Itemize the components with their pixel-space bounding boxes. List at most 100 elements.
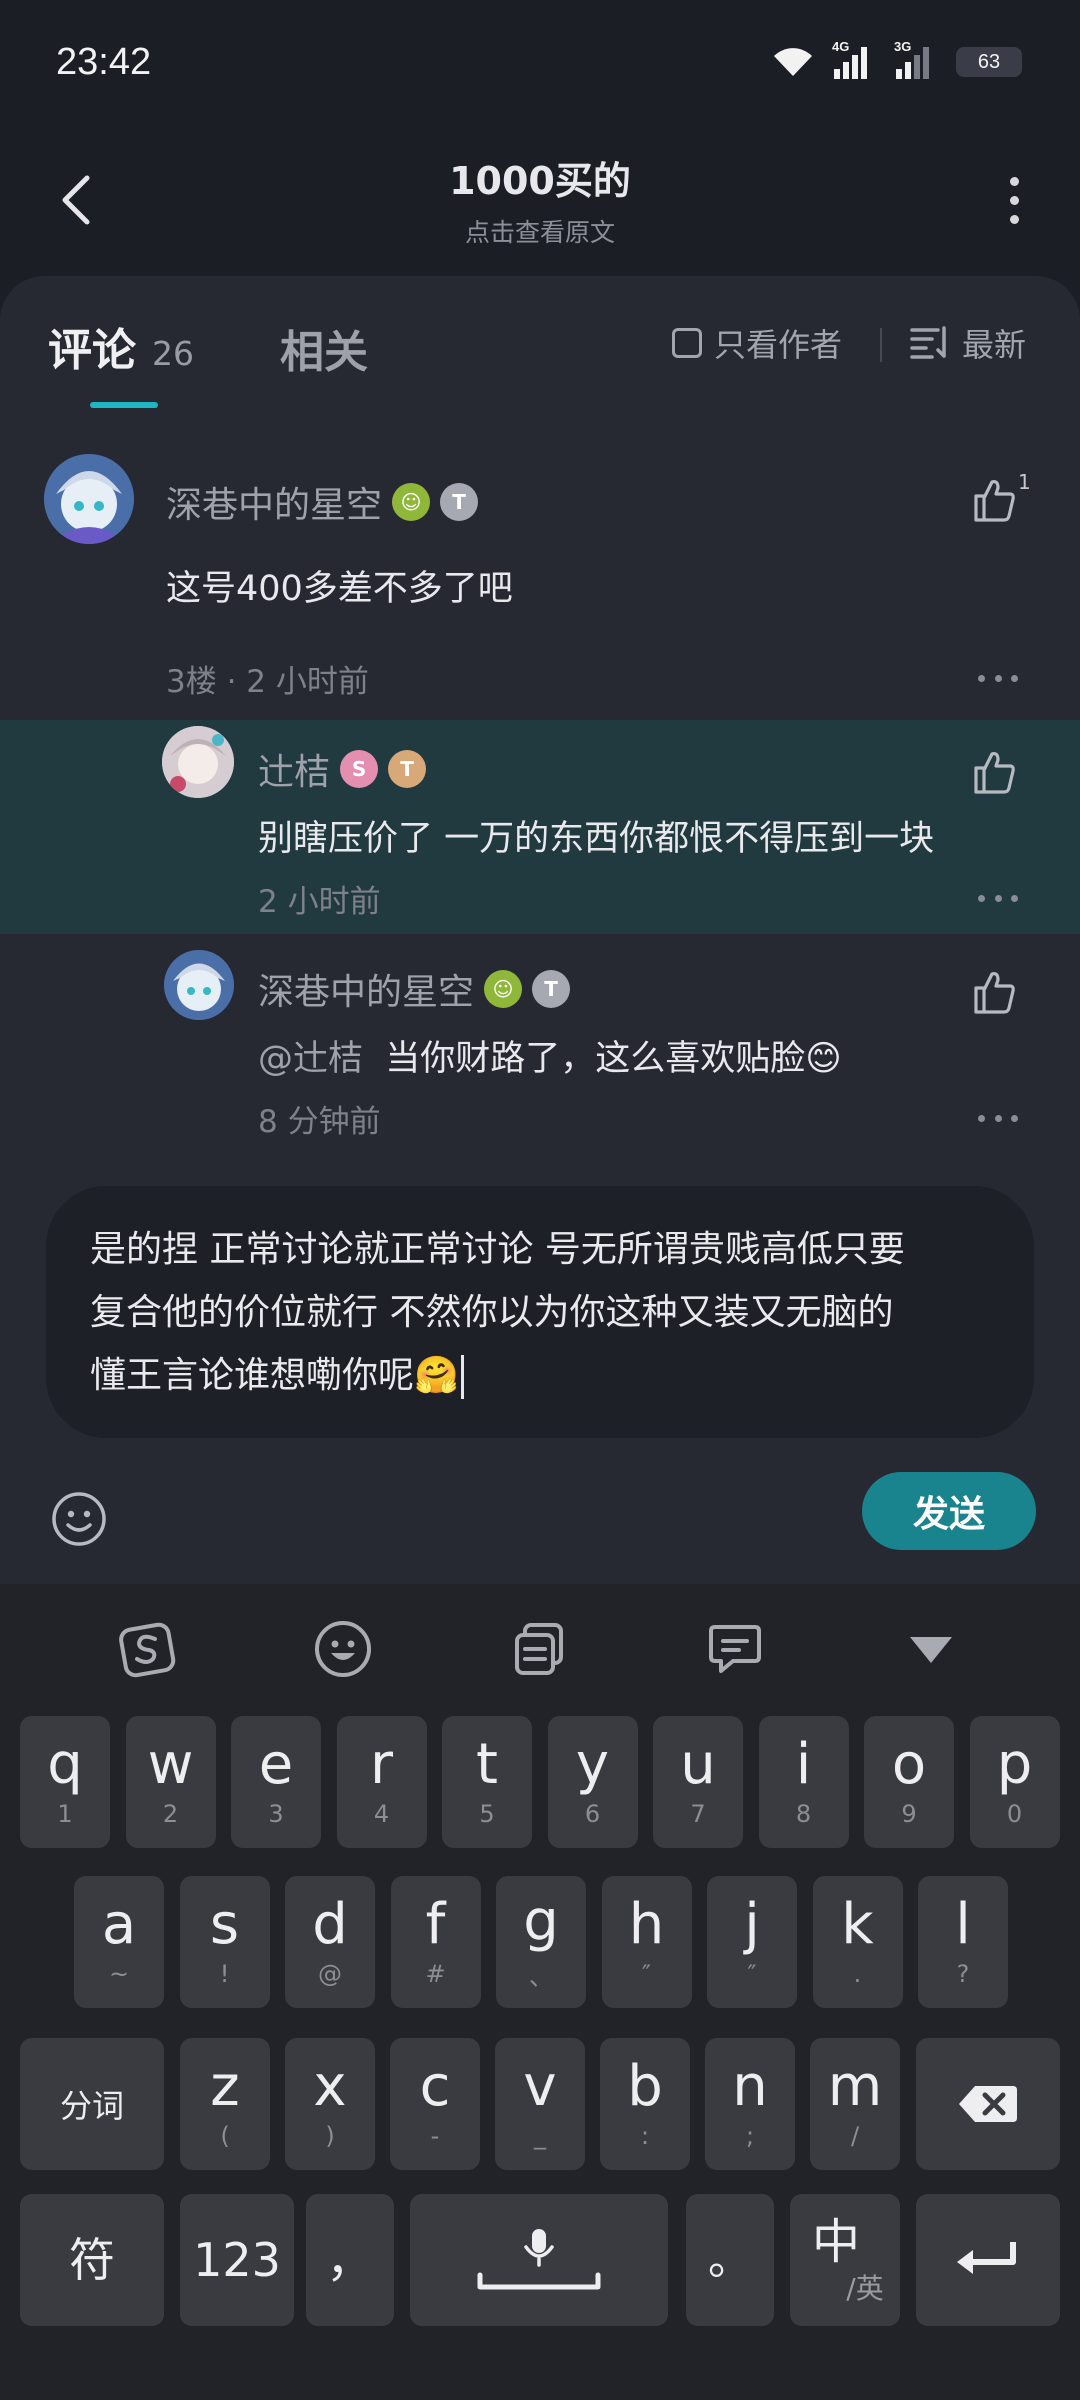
page-title: 1000买的 xyxy=(449,158,631,203)
key-label: v xyxy=(523,2054,557,2119)
comments-panel: 评论 26 相关 只看作者 最新 深巷中的星空 ☺ T 这号400多差不多了吧 … xyxy=(0,276,1080,1156)
ime-logo-button[interactable] xyxy=(112,1614,182,1684)
username[interactable]: 辻桔 S T xyxy=(258,743,427,795)
keyboard-toolbar xyxy=(0,1584,1080,1714)
dot-icon xyxy=(994,675,1002,682)
key-f[interactable]: f # xyxy=(390,1876,481,2008)
key-g[interactable]: g、 xyxy=(496,1876,586,2008)
key-w[interactable]: w2 xyxy=(125,1716,216,1848)
key-label: w xyxy=(147,1732,194,1797)
back-button[interactable] xyxy=(48,160,104,240)
period-key[interactable]: 。 xyxy=(686,2194,774,2326)
mention[interactable]: @辻桔 xyxy=(258,1039,363,1079)
key-j[interactable]: j ″ xyxy=(707,1876,797,2008)
key-v[interactable]: v _ xyxy=(495,2038,585,2170)
comment-more-button[interactable] xyxy=(978,675,1018,687)
key-label: c xyxy=(419,2054,451,2119)
key-sublabel: /英 xyxy=(846,2272,884,2305)
status-icons: 4G 3G 63 xyxy=(772,39,1022,79)
key-sublabel: ! xyxy=(219,1960,230,1988)
dot-icon xyxy=(978,675,985,682)
tab-related[interactable]: 相关 xyxy=(280,316,368,380)
emoji-keyboard-button[interactable] xyxy=(308,1614,378,1684)
clipboard-button[interactable] xyxy=(504,1614,574,1684)
send-button[interactable]: 发送 xyxy=(862,1472,1036,1550)
active-tab-indicator xyxy=(90,402,158,408)
reply-input[interactable]: 是的捏 正常讨论就正常讨论 号无所谓贵贱高低只要 复合他的价位就行 不然你以为你… xyxy=(46,1186,1034,1438)
key-y[interactable]: y6 xyxy=(547,1716,638,1848)
key-label: 。 xyxy=(708,2234,752,2285)
avatar[interactable] xyxy=(162,726,234,798)
sort-button[interactable]: 最新 xyxy=(910,320,1026,366)
avatar-image xyxy=(162,726,234,798)
key-label: l xyxy=(955,1892,971,1957)
key-label: 分词 xyxy=(59,2087,124,2125)
key-t[interactable]: t5 xyxy=(442,1716,532,1848)
thumbs-up-icon xyxy=(974,972,1015,1014)
tab-comments[interactable]: 评论 26 xyxy=(48,314,194,378)
key-label: g xyxy=(523,1888,559,1954)
thumbs-up-icon xyxy=(974,752,1015,794)
split-word-key[interactable]: 分词 xyxy=(20,2038,164,2170)
key-label: s xyxy=(209,1892,240,1957)
key-o[interactable]: o9 xyxy=(864,1716,954,1848)
key-n[interactable]: n; xyxy=(705,2038,795,2170)
key-p[interactable]: p0 xyxy=(969,1716,1060,1848)
battery-indicator: 63 xyxy=(956,47,1022,77)
like-button[interactable] xyxy=(970,748,1026,804)
key-label: d xyxy=(312,1892,348,1957)
key-sublabel: 4 xyxy=(373,1800,390,1828)
key-e[interactable]: e3 xyxy=(231,1716,321,1848)
username[interactable]: 深巷中的星空 ☺ T xyxy=(258,963,571,1015)
key-sublabel: . xyxy=(853,1960,862,1988)
key-x[interactable]: x) xyxy=(285,2038,375,2170)
key-d[interactable]: d @ xyxy=(285,1876,375,2008)
symbol-key[interactable]: 符 xyxy=(20,2194,164,2326)
comma-key[interactable]: ， xyxy=(306,2194,394,2326)
key-sublabel: ″ xyxy=(747,1960,757,1988)
key-i[interactable]: i8 xyxy=(758,1716,849,1848)
avatar[interactable] xyxy=(44,454,134,544)
quick-phrase-button[interactable] xyxy=(700,1614,770,1684)
like-button[interactable] xyxy=(970,968,1026,1024)
number-key[interactable]: 123 xyxy=(180,2194,294,2326)
key-z[interactable]: z( xyxy=(180,2038,270,2170)
more-options-button[interactable] xyxy=(984,164,1044,236)
like-count: 1 xyxy=(1018,470,1031,494)
dot-icon xyxy=(978,1115,985,1122)
checkbox-icon xyxy=(672,328,702,358)
key-m[interactable]: m / xyxy=(810,2038,900,2170)
key-r[interactable]: r4 xyxy=(336,1716,427,1848)
key-b[interactable]: b: xyxy=(600,2038,690,2170)
username[interactable]: 深巷中的星空 ☺ T xyxy=(166,476,479,528)
key-sublabel: 0 xyxy=(1006,1800,1023,1828)
key-u[interactable]: u7 xyxy=(653,1716,743,1848)
backspace-key[interactable] xyxy=(916,2038,1060,2170)
key-a[interactable]: a ~ xyxy=(74,1876,164,2008)
space-key[interactable] xyxy=(410,2194,668,2326)
key-sublabel: / xyxy=(850,2122,860,2150)
key-s[interactable]: s! xyxy=(179,1876,270,2008)
hide-keyboard-button[interactable] xyxy=(896,1614,966,1684)
sogou-logo-icon xyxy=(119,1622,176,1678)
key-h[interactable]: h ″ xyxy=(601,1876,692,2008)
view-original-link[interactable]: 点击查看原文 xyxy=(449,213,631,249)
header-title-group[interactable]: 1000买的 点击查看原文 xyxy=(449,150,631,249)
avatar[interactable] xyxy=(164,950,234,1020)
language-switch-key[interactable]: 中 /英 xyxy=(790,2194,900,2326)
comment-text: @辻桔 当你财路了，这么喜欢贴脸😊 xyxy=(258,1030,842,1081)
key-label: y xyxy=(575,1732,610,1797)
key-c[interactable]: c- xyxy=(390,2038,480,2170)
enter-key[interactable] xyxy=(916,2194,1060,2326)
key-k[interactable]: k. xyxy=(812,1876,903,2008)
author-only-toggle[interactable]: 只看作者 xyxy=(672,320,842,366)
key-label: ， xyxy=(325,2232,374,2288)
key-label: p xyxy=(996,1732,1033,1797)
key-l[interactable]: l? xyxy=(918,1876,1008,2008)
avatar-image xyxy=(44,454,134,544)
comment-more-button[interactable] xyxy=(978,895,1018,907)
comment-more-button[interactable] xyxy=(978,1115,1018,1127)
emoji-button[interactable] xyxy=(50,1490,108,1548)
comment-body: 当你财路了，这么喜欢贴脸😊 xyxy=(385,1039,842,1079)
key-q[interactable]: q1 xyxy=(20,1716,110,1848)
